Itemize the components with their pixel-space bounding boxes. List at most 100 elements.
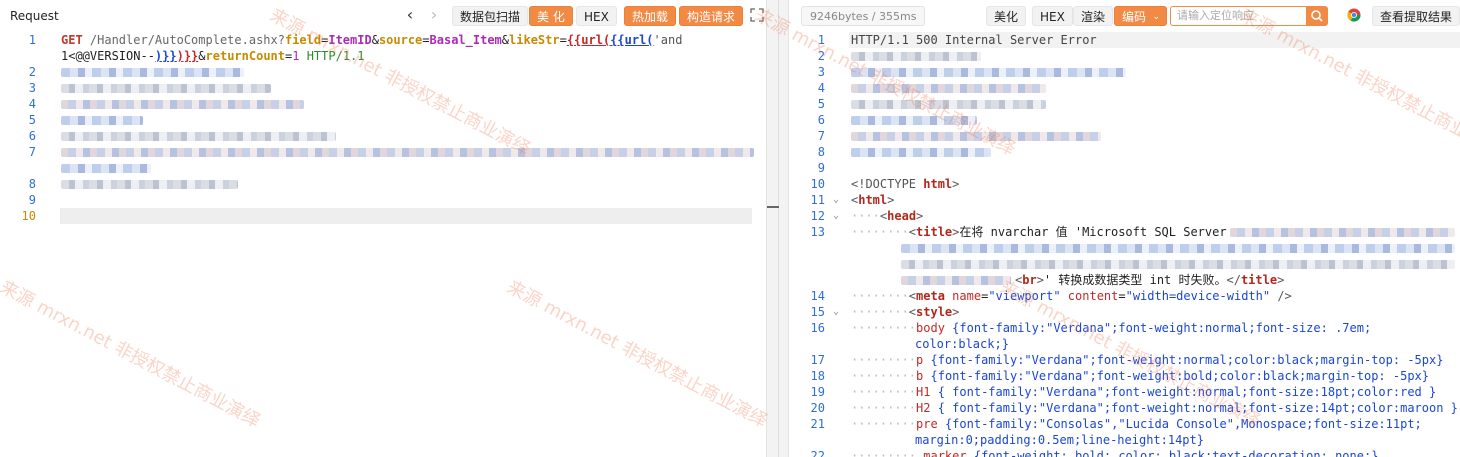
line-number: 3 <box>817 65 825 79</box>
redacted-text <box>61 148 754 157</box>
line-number: 1 <box>817 33 825 47</box>
back-arrow-icon[interactable]: ‹ <box>403 5 417 24</box>
css-rule: ·········pre {font-family:"Consolas","Lu… <box>851 417 1422 431</box>
line-number: 17 <box>810 353 825 367</box>
line-number: 10 <box>21 209 36 223</box>
response-editor[interactable]: 1 2 3 4 5 6 7 8 9 10 11 12 13 14 15 16 1… <box>789 32 1460 457</box>
packet-scan-button[interactable]: 数据包扫描 <box>452 6 529 26</box>
line-number: 2 <box>28 65 36 79</box>
response-size-time: 9246bytes / 355ms <box>801 6 926 26</box>
request-pane: Request ‹ › 数据包扫描 美 化 HEX 热加载 构造请求 1 2 3… <box>0 0 766 457</box>
request-scrollbar[interactable] <box>778 0 779 457</box>
redacted-text <box>851 52 981 61</box>
line-number: 4 <box>817 81 825 95</box>
redacted-text <box>901 276 1011 285</box>
beautify-button[interactable]: 美化 <box>986 6 1027 26</box>
line-number: 12 <box>810 209 825 223</box>
redacted-text <box>61 180 238 189</box>
fold-chevron-icon[interactable]: ⌄ <box>833 210 843 221</box>
request-title: Request <box>10 9 59 23</box>
html-open-line: <html> <box>851 193 895 207</box>
redacted-text <box>851 132 1101 141</box>
chevron-down-icon: ⌄ <box>1152 12 1161 22</box>
css-rule-wrap: color:black;} <box>915 337 1009 351</box>
line-number: 21 <box>810 417 825 431</box>
redacted-text <box>61 84 271 93</box>
line-number: 19 <box>810 385 825 399</box>
line-number: 5 <box>817 97 825 111</box>
css-rule: ·········p {font-family:"Verdana";font-w… <box>851 353 1444 367</box>
line-number: 18 <box>810 369 825 383</box>
request-toolbar: Request ‹ › 数据包扫描 美 化 HEX 热加载 构造请求 <box>0 0 766 32</box>
view-extract-results-button[interactable]: 查看提取结果 <box>1372 6 1460 26</box>
redacted-text <box>901 260 1455 269</box>
line-number: 3 <box>28 81 36 95</box>
line-number: 10 <box>810 177 825 191</box>
search-button[interactable] <box>1306 6 1328 26</box>
line-number: 20 <box>810 401 825 415</box>
forward-arrow-icon[interactable]: › <box>427 5 441 24</box>
search-icon <box>1311 10 1323 22</box>
fold-chevron-icon[interactable]: ⌄ <box>833 194 843 205</box>
request-editor[interactable]: 1 2 3 4 5 6 7 8 9 10 GET /Handler/AutoCo… <box>0 32 766 457</box>
title-line-end: <br>' 转换成数据类型 int 时失败。</title> <box>1015 273 1285 287</box>
redacted-text <box>61 116 143 125</box>
css-rule-wrap: margin:0;padding:0.5em;line-height:14pt} <box>915 433 1204 447</box>
line-number: 1 <box>28 33 36 47</box>
head-open-line: ····<head> <box>851 209 924 223</box>
redacted-text <box>851 100 1046 109</box>
line-number: 2 <box>817 49 825 63</box>
redacted-text <box>851 148 991 157</box>
expand-icon[interactable] <box>750 8 764 22</box>
encoding-dropdown[interactable]: 编码 ⌄ <box>1114 6 1168 26</box>
scrollbar-thumb[interactable] <box>767 206 779 208</box>
construct-request-button[interactable]: 构造请求 <box>679 6 744 26</box>
chrome-icon[interactable] <box>1347 8 1361 22</box>
doctype-line: <!DOCTYPE html> <box>851 177 960 191</box>
redacted-text <box>851 84 1046 93</box>
request-line-1: GET /Handler/AutoComplete.ashx?field=Ite… <box>61 33 683 47</box>
css-rule: ·········H1 { font-family:"Verdana";font… <box>851 385 1437 399</box>
request-line-1-wrap: 1<@@VERSION--)}})}}&returnCount=1 HTTP/1… <box>61 49 365 63</box>
redacted-text <box>61 132 336 141</box>
line-number: 14 <box>810 289 825 303</box>
line-number: 4 <box>28 97 36 111</box>
redacted-text <box>61 164 151 173</box>
line-number: 7 <box>817 129 825 143</box>
style-open-line: ········<style> <box>851 305 960 319</box>
line-number: 16 <box>810 321 825 335</box>
line-number: 6 <box>817 113 825 127</box>
line-number: 15 <box>810 305 825 319</box>
meta-line: ········<meta name="viewport" content="w… <box>851 289 1292 303</box>
redacted-text <box>901 244 1455 253</box>
beautify-button[interactable]: 美 化 <box>529 6 573 26</box>
redacted-text <box>851 68 1126 77</box>
status-line: HTTP/1.1 500 Internal Server Error <box>851 33 1097 47</box>
line-number: 9 <box>817 161 825 175</box>
line-number: 11 <box>810 193 825 207</box>
css-rule: ·········b {font-family:"Verdana";font-w… <box>851 369 1429 383</box>
css-rule: ·········H2 { font-family:"Verdana";font… <box>851 401 1458 415</box>
line-number: 22 <box>810 449 825 457</box>
encoding-label: 编码 <box>1122 10 1147 24</box>
line-number: 7 <box>28 145 36 159</box>
css-rule: ·········body {font-family:"Verdana";fon… <box>851 321 1372 335</box>
current-line-highlight <box>60 208 752 224</box>
line-number: 8 <box>28 177 36 191</box>
response-pane: 9246bytes / 355ms 美化 HEX 渲染 编码 ⌄ 请输入定位响应 … <box>789 0 1460 457</box>
locate-response-input[interactable]: 请输入定位响应 <box>1170 6 1308 26</box>
response-toolbar: 9246bytes / 355ms 美化 HEX 渲染 编码 ⌄ 请输入定位响应 … <box>789 0 1460 32</box>
hex-button[interactable]: HEX <box>576 6 617 26</box>
redacted-text <box>1230 228 1455 237</box>
redacted-text <box>61 68 244 77</box>
fold-chevron-icon[interactable]: ⌄ <box>833 306 843 317</box>
render-button[interactable]: 渲染 <box>1073 6 1114 26</box>
title-line: ········<title>在将 nvarchar 值 'Microsoft … <box>851 225 1227 239</box>
line-number: 8 <box>817 145 825 159</box>
line-number: 13 <box>810 225 825 239</box>
redacted-text <box>851 116 977 125</box>
line-number: 6 <box>28 129 36 143</box>
redacted-text <box>61 100 304 109</box>
hotload-button[interactable]: 热加载 <box>624 6 677 26</box>
hex-button[interactable]: HEX <box>1032 6 1073 26</box>
